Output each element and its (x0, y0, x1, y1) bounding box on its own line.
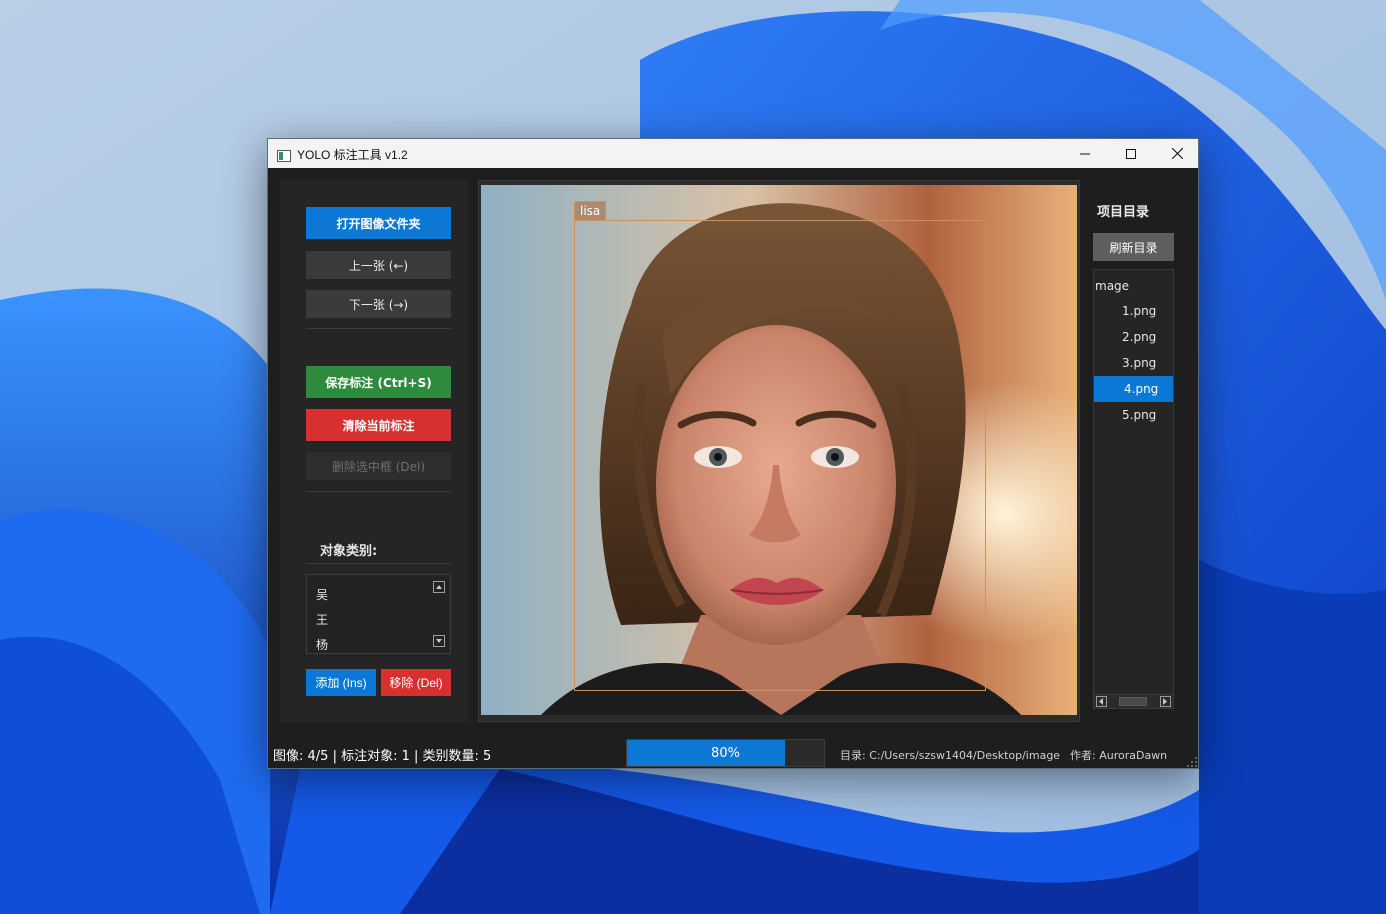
chevron-left-icon (1099, 698, 1103, 705)
file-item[interactable]: 3.png (1094, 350, 1173, 376)
add-class-button[interactable]: 添加 (Ins) (306, 669, 376, 696)
tree-root-folder[interactable]: mage (1095, 279, 1129, 293)
scroll-left-button[interactable] (1096, 696, 1107, 707)
project-directory-title: 项目目录 (1097, 205, 1150, 220)
close-icon (1171, 148, 1183, 159)
app-window: YOLO 标注工具 v1.2 打开图像文件夹 上一张 (←) 下一张 (→) 保… (267, 138, 1199, 769)
refresh-directory-button[interactable]: 刷新目录 (1093, 233, 1174, 261)
minimize-icon (1080, 153, 1090, 154)
maximize-button[interactable] (1108, 139, 1154, 168)
file-item[interactable]: 1.png (1094, 298, 1173, 324)
status-summary: 图像: 4/5 | 标注对象: 1 | 类别数量: 5 (273, 749, 492, 764)
chevron-up-icon (436, 585, 442, 589)
scroll-right-button[interactable] (1160, 696, 1171, 707)
resize-grip-icon[interactable] (1186, 756, 1198, 768)
file-item[interactable]: 5.png (1094, 402, 1173, 428)
file-tree[interactable]: mage 1.png 2.png 3.png 4.png 5.png (1093, 269, 1174, 709)
title-bar[interactable]: YOLO 标注工具 v1.2 (268, 139, 1198, 168)
prev-image-button[interactable]: 上一张 (←) (306, 251, 451, 279)
divider (306, 491, 451, 492)
maximize-icon (1126, 148, 1136, 159)
annotation-canvas[interactable]: lisa (478, 180, 1080, 722)
divider (306, 328, 451, 329)
remove-class-button[interactable]: 移除 (Del) (381, 669, 451, 696)
save-annotation-button[interactable]: 保存标注 (Ctrl+S) (306, 366, 451, 398)
file-item-selected[interactable]: 4.png (1094, 376, 1173, 402)
client-area: 打开图像文件夹 上一张 (←) 下一张 (→) 保存标注 (Ctrl+S) 清除… (268, 168, 1198, 768)
minimize-button[interactable] (1062, 139, 1108, 168)
file-item[interactable]: 2.png (1094, 324, 1173, 350)
progress-bar: 80% (626, 739, 825, 767)
clear-annotation-button[interactable]: 清除当前标注 (306, 409, 451, 441)
delete-selected-box-button[interactable]: 删除选中框 (Del) (306, 452, 451, 480)
bounding-box[interactable] (574, 220, 986, 691)
directory-path: 目录: C:/Users/szsw1404/Desktop/image (840, 749, 1061, 762)
status-bar: 图像: 4/5 | 标注对象: 1 | 类别数量: 5 80% 目录: C:/U… (268, 734, 1198, 768)
progress-label: 80% (711, 745, 740, 761)
class-list-label: 对象类别: (320, 544, 378, 559)
chevron-down-icon (436, 639, 442, 643)
open-folder-button[interactable]: 打开图像文件夹 (306, 207, 451, 239)
author-label: 作者: AuroraDawn (1070, 749, 1168, 762)
bounding-box-label: lisa (574, 201, 607, 221)
next-image-button[interactable]: 下一张 (→) (306, 290, 451, 318)
chevron-right-icon (1163, 698, 1167, 705)
divider (306, 563, 451, 564)
scroll-down-button[interactable] (433, 635, 445, 647)
left-toolbar-panel: 打开图像文件夹 上一张 (←) 下一张 (→) 保存标注 (Ctrl+S) 清除… (280, 180, 468, 722)
close-button[interactable] (1154, 139, 1200, 168)
scrollbar-thumb[interactable] (1119, 697, 1147, 706)
window-title: YOLO 标注工具 v1.2 (297, 148, 408, 162)
class-item[interactable]: 杨 (316, 636, 328, 653)
app-icon (277, 147, 291, 162)
annotation-image[interactable]: lisa (481, 185, 1077, 715)
horizontal-scrollbar[interactable] (1094, 694, 1173, 708)
scroll-up-button[interactable] (433, 581, 445, 593)
project-directory-panel: 项目目录 刷新目录 mage 1.png 2.png 3.png 4.png 5… (1090, 180, 1186, 722)
class-list[interactable]: 吴 王 杨 (306, 574, 451, 654)
class-item[interactable]: 吴 (316, 586, 328, 603)
class-item[interactable]: 王 (316, 611, 328, 628)
